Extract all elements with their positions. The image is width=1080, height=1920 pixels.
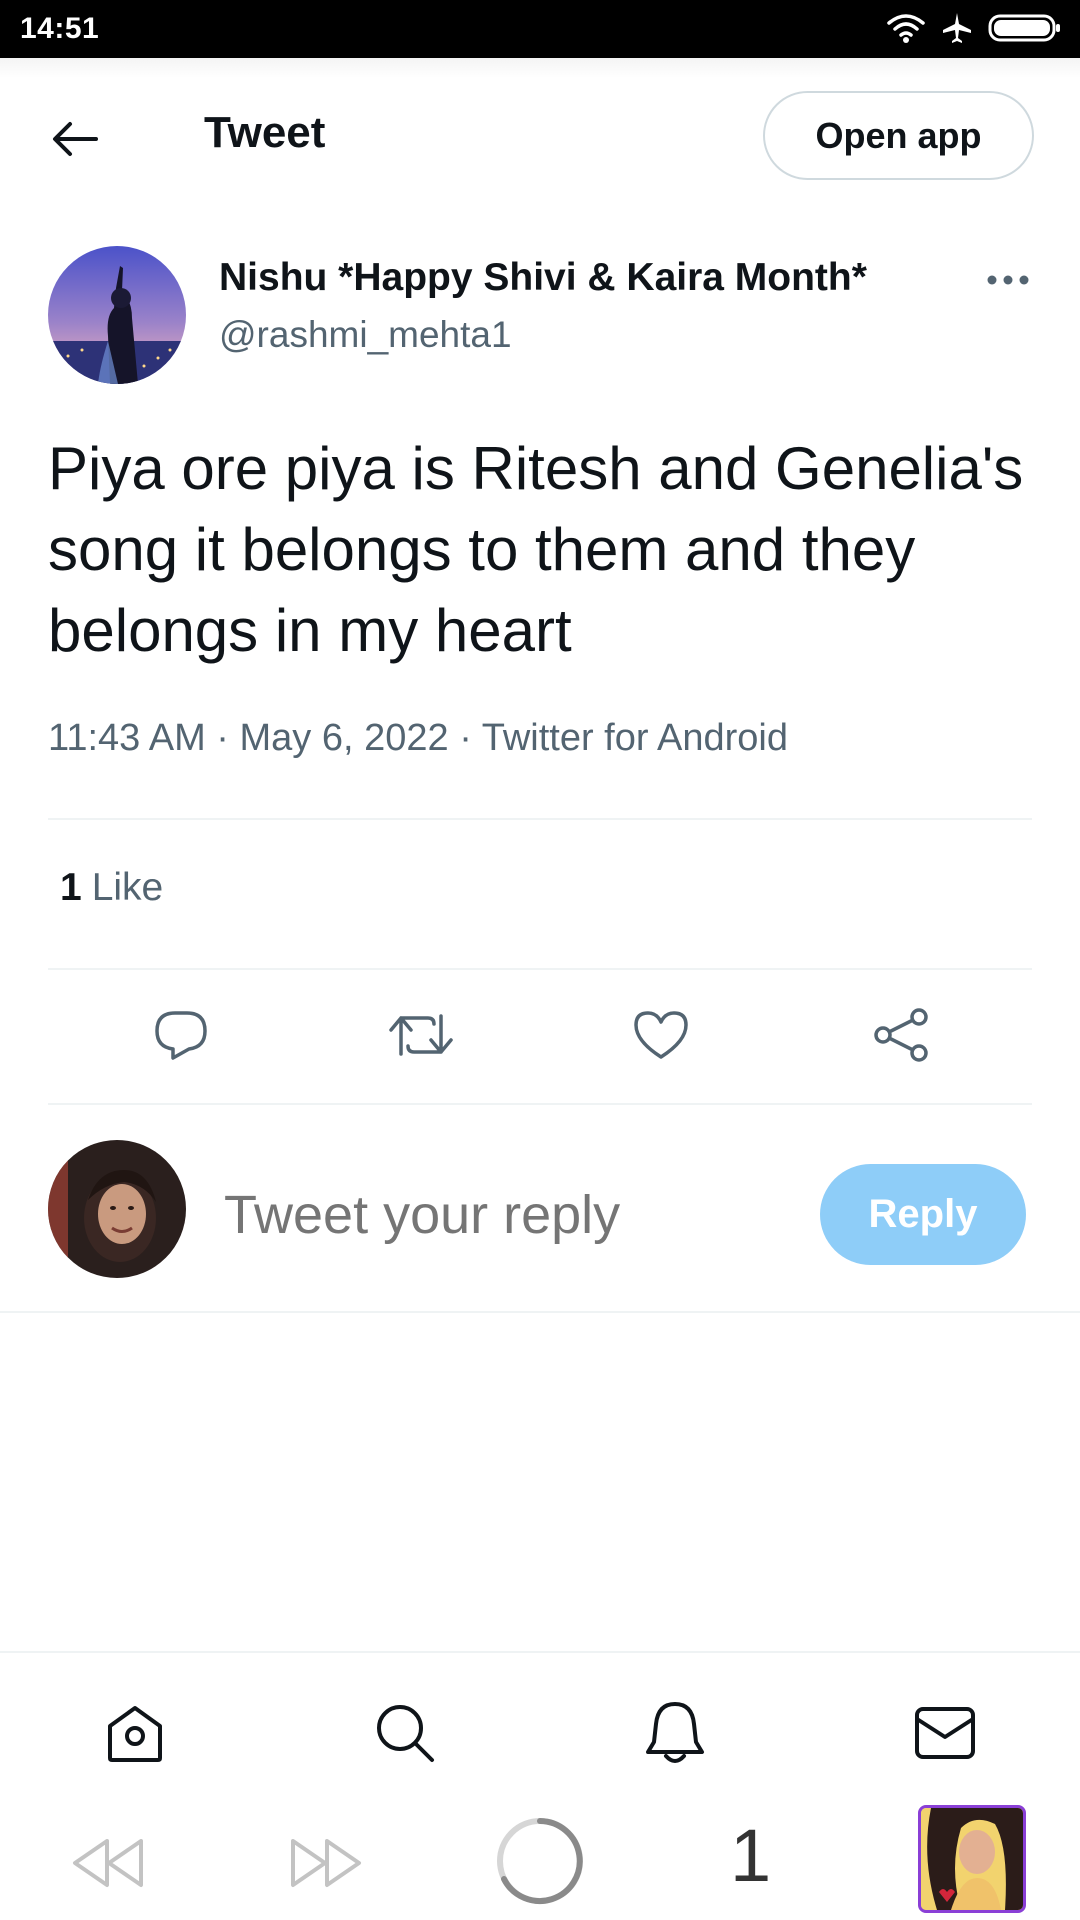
- arrow-left-icon: [52, 121, 98, 162]
- page-title: Tweet: [204, 108, 326, 157]
- user-avatar[interactable]: [48, 1140, 186, 1278]
- retweet-icon: [388, 1010, 454, 1065]
- back-button[interactable]: [40, 106, 110, 176]
- nav-search[interactable]: [365, 1695, 445, 1775]
- tab-count[interactable]: 1: [730, 1813, 771, 1898]
- browser-back-button[interactable]: [68, 1835, 148, 1895]
- share-icon: [872, 1007, 930, 1068]
- loading-spinner-icon: [494, 1815, 586, 1912]
- browser-reload-button[interactable]: [492, 1815, 588, 1911]
- status-icons: [886, 10, 1062, 50]
- browser-toolbar: 1: [0, 1801, 1080, 1920]
- retweet-button[interactable]: [386, 1002, 456, 1072]
- nav-notifications[interactable]: [635, 1695, 715, 1775]
- wifi-icon: [886, 12, 926, 49]
- divider: [48, 968, 1032, 970]
- author-avatar[interactable]: [48, 246, 186, 384]
- tab-thumbnail[interactable]: [918, 1805, 1026, 1913]
- browser-forward-button[interactable]: [286, 1835, 366, 1895]
- more-options-button[interactable]: [978, 262, 1038, 302]
- divider: [48, 1103, 1032, 1105]
- fast-forward-icon: [289, 1837, 363, 1894]
- share-button[interactable]: [866, 1002, 936, 1072]
- author-name[interactable]: Nishu *Happy Shivi & Kaira Month*: [219, 256, 867, 300]
- like-label: Like: [91, 866, 164, 909]
- tweet-text: Piya ore piya is Ritesh and Genelia's so…: [48, 435, 1024, 664]
- author-handle[interactable]: @rashmi_mehta1: [219, 314, 512, 356]
- like-icon: [632, 1009, 690, 1066]
- status-bar: 14:51: [0, 0, 1080, 58]
- divider: [0, 1311, 1080, 1313]
- divider: [48, 818, 1032, 820]
- battery-icon: [988, 13, 1062, 48]
- top-header: Tweet Open app: [0, 58, 1080, 208]
- tweet-meta: 11:43 AM · May 6, 2022 · Twitter for And…: [48, 717, 788, 759]
- like-count: 1: [60, 866, 82, 909]
- airplane-mode-icon: [940, 11, 974, 50]
- bottom-nav: [0, 1651, 1080, 1801]
- rewind-icon: [71, 1837, 145, 1894]
- open-app-button[interactable]: Open app: [763, 91, 1034, 180]
- more-horizontal-icon: [986, 273, 1030, 291]
- status-time: 14:51: [20, 12, 100, 45]
- reply-input[interactable]: [224, 1180, 784, 1250]
- likes-stat[interactable]: 1 Like: [60, 866, 163, 910]
- messages-icon: [913, 1705, 977, 1766]
- reply-button[interactable]: [146, 1002, 216, 1072]
- home-icon: [102, 1702, 168, 1769]
- search-icon: [373, 1701, 437, 1770]
- tweet-actions: [0, 1000, 1080, 1080]
- like-button[interactable]: [626, 1002, 696, 1072]
- notifications-icon: [644, 1700, 706, 1771]
- nav-home[interactable]: [95, 1695, 175, 1775]
- reply-submit-button[interactable]: Reply: [820, 1164, 1026, 1265]
- nav-messages[interactable]: [905, 1695, 985, 1775]
- reply-icon: [153, 1009, 209, 1066]
